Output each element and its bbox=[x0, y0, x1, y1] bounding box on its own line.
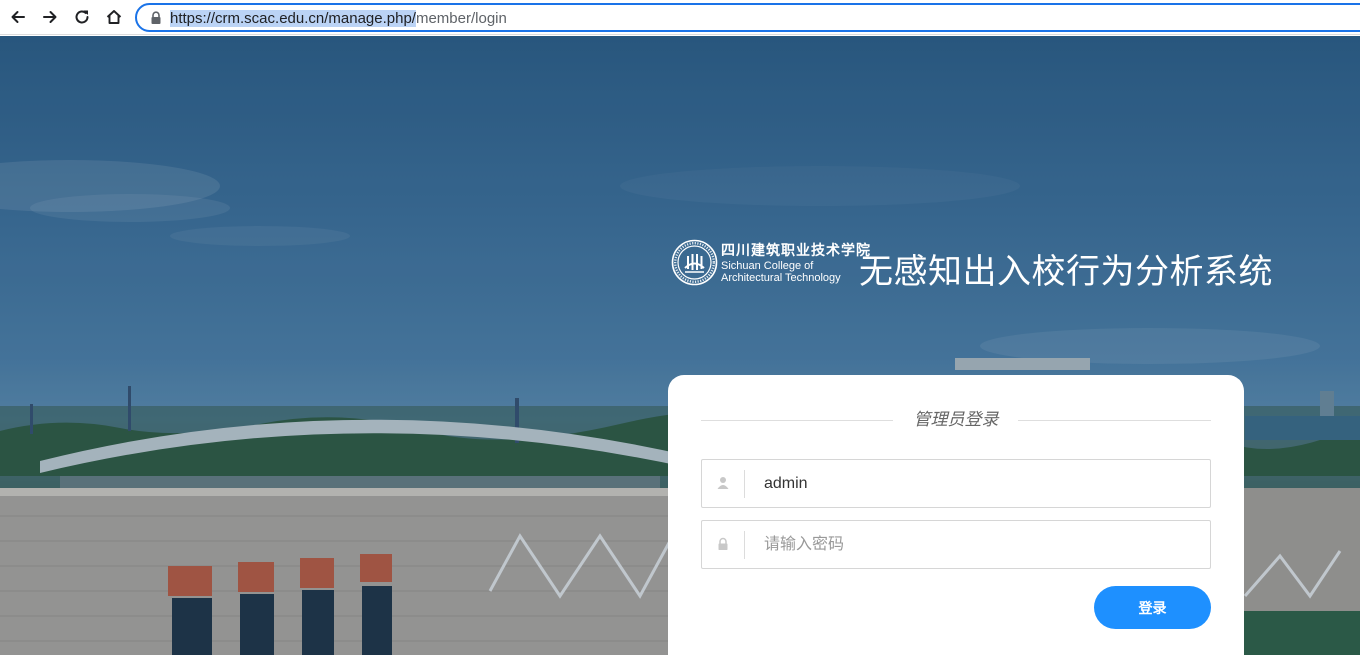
back-icon[interactable] bbox=[5, 4, 31, 30]
home-icon[interactable] bbox=[101, 4, 127, 30]
brand-header: 四川建筑职业技术学院 Sichuan College of Architectu… bbox=[671, 239, 1273, 291]
login-title-row: 管理员登录 bbox=[701, 408, 1211, 432]
school-name-en-line2: Architectural Technology bbox=[721, 272, 841, 284]
school-name-en: Sichuan College of Architectural Technol… bbox=[721, 260, 841, 284]
login-button[interactable]: 登录 bbox=[1094, 586, 1211, 629]
school-name-en-line1: Sichuan College of bbox=[721, 260, 814, 272]
lock-icon bbox=[718, 537, 728, 550]
browser-toolbar: https://crm.scac.edu.cn/manage.php/membe… bbox=[0, 0, 1360, 35]
password-separator bbox=[744, 531, 745, 559]
school-logo-icon bbox=[671, 239, 718, 286]
title-divider-right bbox=[1018, 420, 1211, 421]
password-input[interactable] bbox=[754, 521, 1204, 568]
username-field[interactable] bbox=[701, 459, 1211, 508]
password-field[interactable] bbox=[701, 520, 1211, 569]
system-title: 无感知出入校行为分析系统 bbox=[859, 253, 1273, 291]
reload-icon[interactable] bbox=[69, 4, 95, 30]
lock-icon[interactable] bbox=[150, 11, 162, 25]
login-card: 管理员登录 登录 bbox=[668, 375, 1244, 655]
address-bar[interactable]: https://crm.scac.edu.cn/manage.php/membe… bbox=[135, 3, 1360, 32]
school-name-cn: 四川建筑职业技术学院 bbox=[721, 243, 871, 259]
login-page: 四川建筑职业技术学院 Sichuan College of Architectu… bbox=[0, 36, 1360, 655]
username-input[interactable] bbox=[754, 460, 1204, 507]
url-rest: member/login bbox=[415, 10, 507, 27]
forward-icon[interactable] bbox=[37, 4, 63, 30]
username-separator bbox=[744, 470, 745, 498]
url-text[interactable]: https://crm.scac.edu.cn/manage.php/membe… bbox=[170, 10, 507, 27]
user-icon bbox=[717, 477, 729, 489]
url-selected: https://crm.scac.edu.cn/manage.php/ bbox=[170, 10, 416, 27]
